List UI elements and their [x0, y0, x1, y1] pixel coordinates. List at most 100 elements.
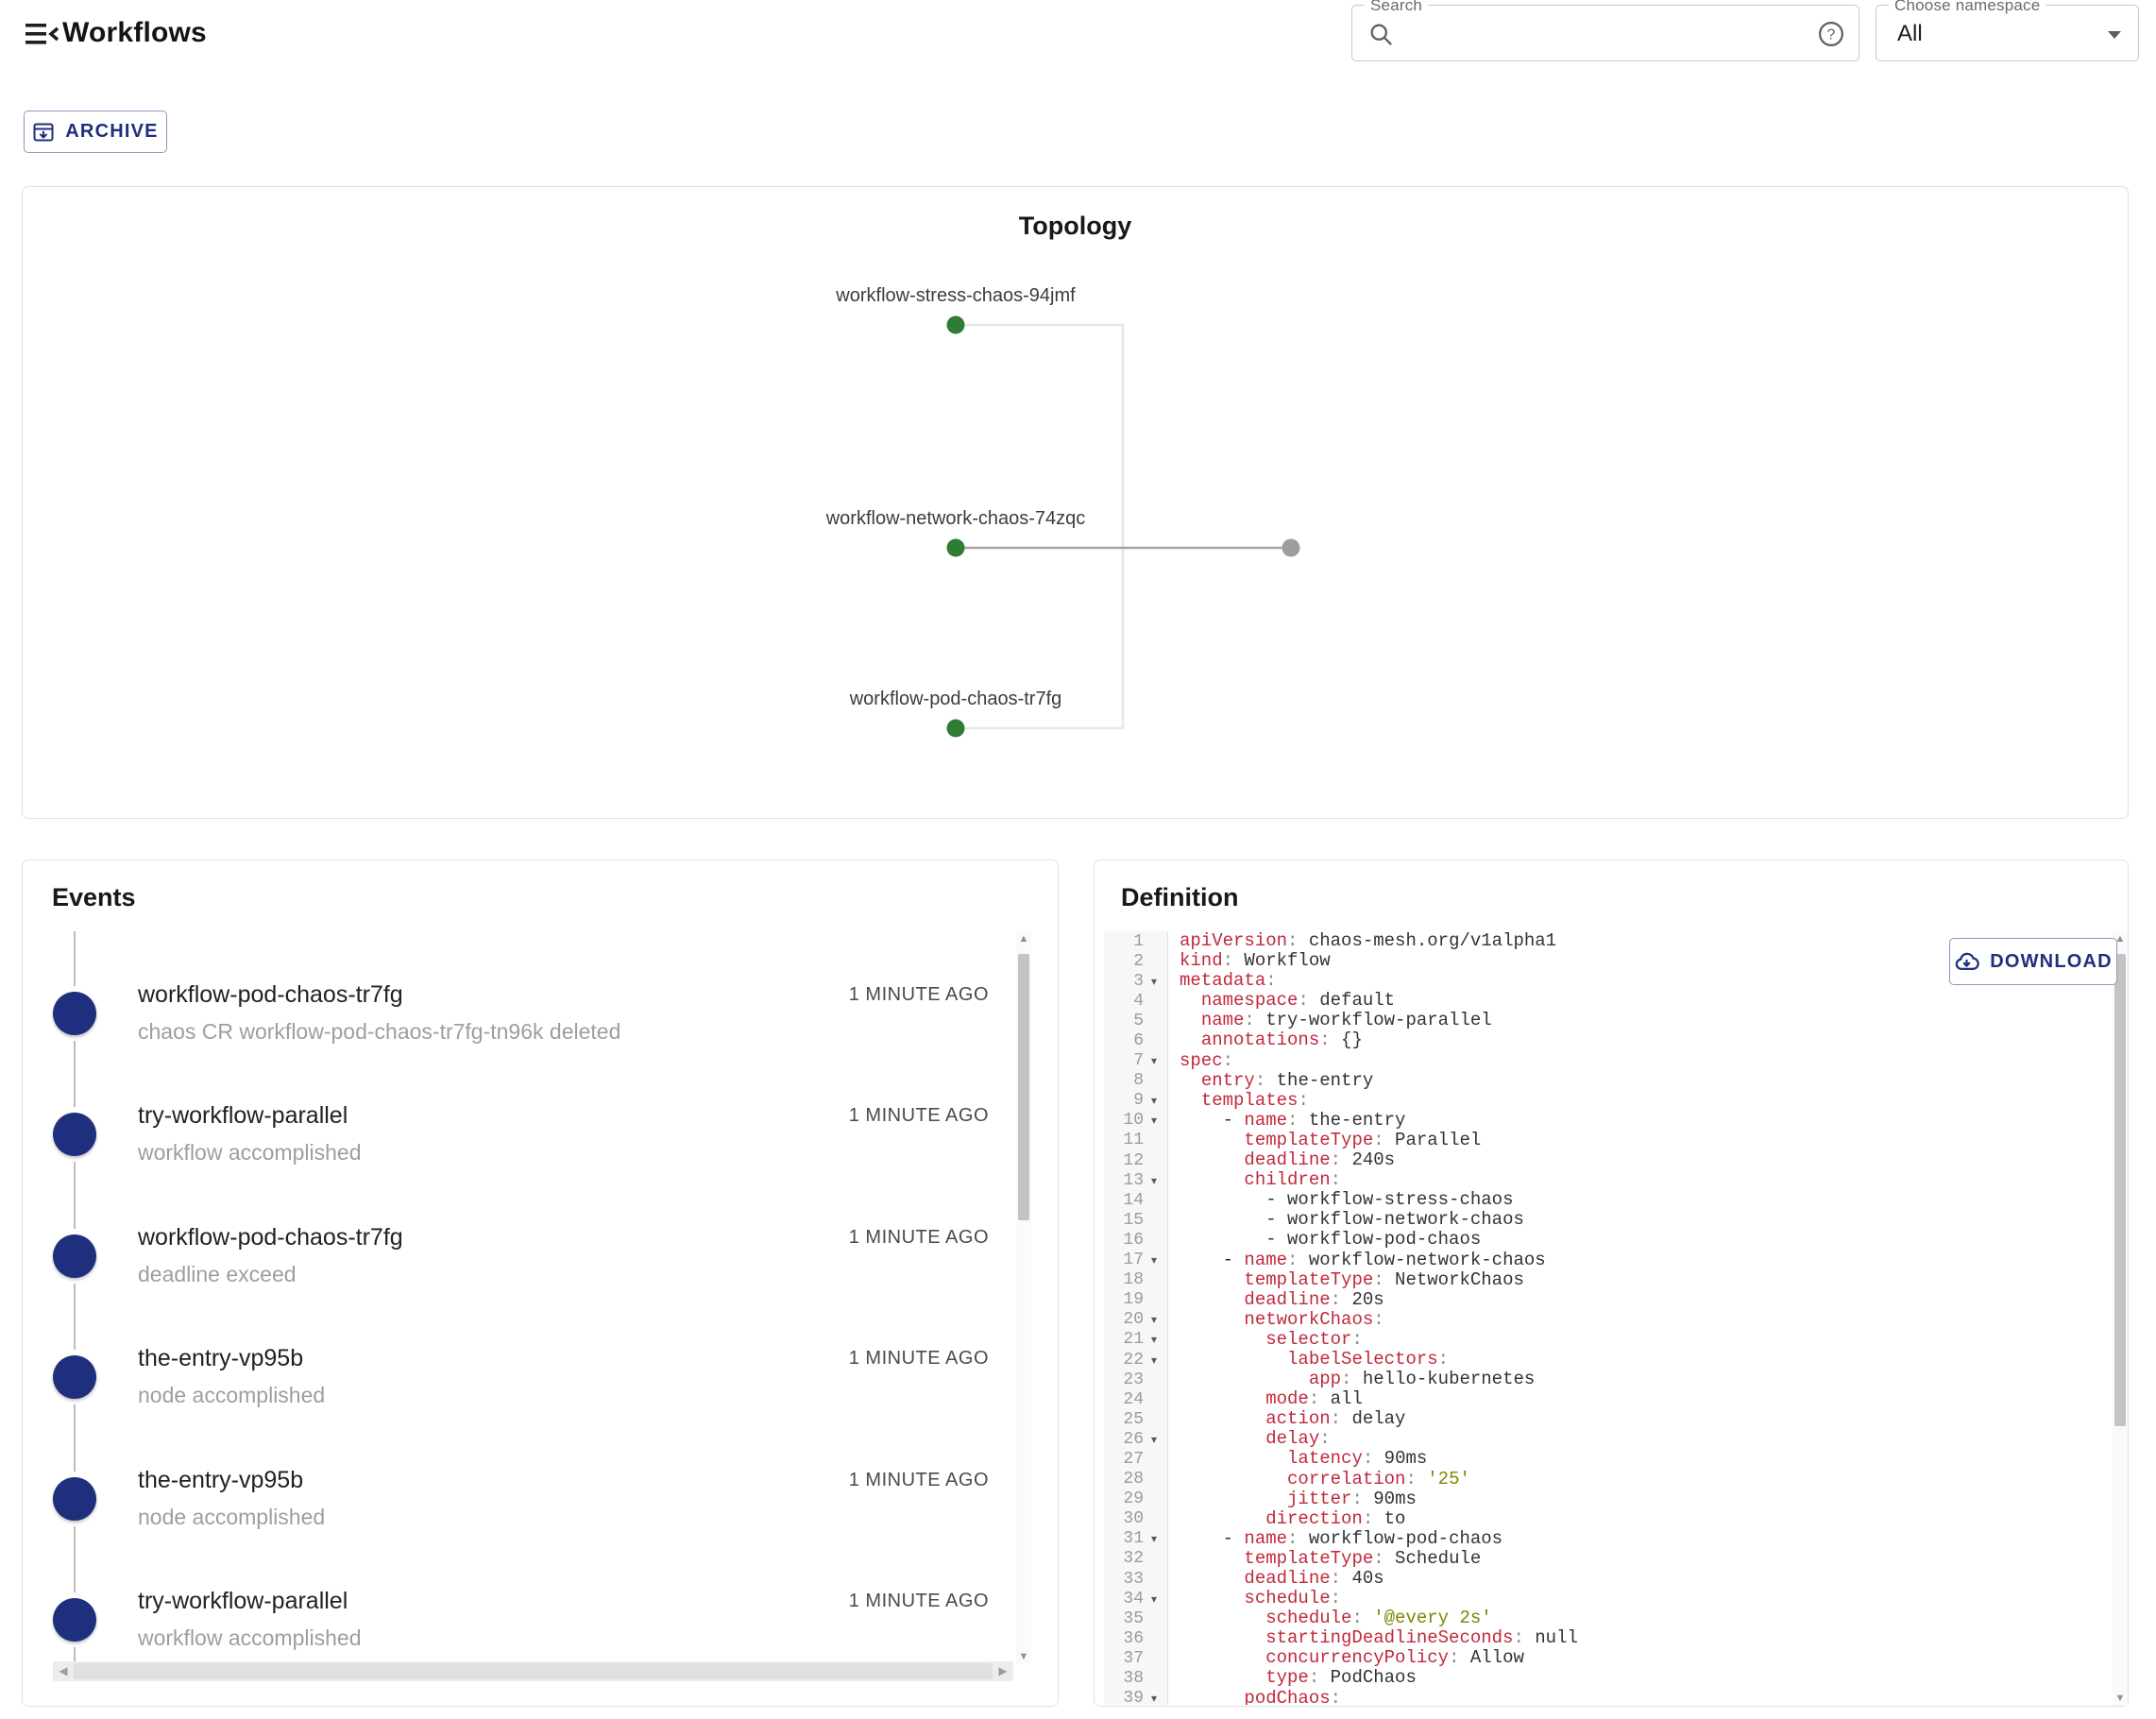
- fold-arrow-icon[interactable]: ▾: [1144, 1433, 1164, 1446]
- page-title: Workflows: [62, 17, 207, 48]
- topology-node-label: workflow-pod-chaos-tr7fg: [849, 689, 1062, 709]
- timeline-dot: [53, 1598, 96, 1642]
- line-number: 10: [1123, 1111, 1144, 1131]
- line-number: 39: [1123, 1689, 1144, 1705]
- line-number: 21: [1123, 1330, 1144, 1350]
- namespace-value: All: [1897, 21, 1923, 46]
- code-line: podChaos:: [1244, 1687, 1342, 1705]
- fold-arrow-icon[interactable]: ▾: [1144, 1114, 1164, 1127]
- download-button[interactable]: DOWNLOAD: [1949, 938, 2117, 985]
- sidebar-toggle-icon[interactable]: [24, 19, 61, 51]
- timeline-dot: [53, 1477, 96, 1521]
- svg-text:?: ?: [1827, 27, 1836, 43]
- event-name: the-entry-vp95b: [138, 1467, 304, 1493]
- code-line: latency: 90ms: [1287, 1448, 1428, 1470]
- line-number: 16: [1123, 1230, 1144, 1250]
- line-number: 6: [1133, 1031, 1144, 1051]
- fold-arrow-icon[interactable]: ▾: [1144, 1174, 1164, 1187]
- definition-panel: Definition 1 2 3 ▾ 4 5 6 7 ▾ 8 9 ▾ 10 ▾ 11 12 13 ▾ 14 15 16 1…: [1094, 860, 2129, 1707]
- code-gutter: 1 2 3 ▾ 4 5 6 7 ▾ 8 9 ▾ 10 ▾ 11 12 13 ▾ 14 15 16 17 ▾ 18 19 20 ▾ 21…: [1104, 931, 1168, 1705]
- code-line: startingDeadlineSeconds: null: [1265, 1627, 1578, 1649]
- fold-arrow-icon[interactable]: ▾: [1144, 1592, 1164, 1606]
- event-timestamp: 1 MINUTE AGO: [848, 1105, 989, 1126]
- fold-arrow-icon[interactable]: ▾: [1144, 1333, 1164, 1346]
- definition-vscroll-thumb[interactable]: [2114, 954, 2126, 1426]
- archive-button[interactable]: ARCHIVE: [24, 111, 167, 153]
- line-number: 2: [1133, 951, 1144, 971]
- fold-arrow-icon[interactable]: ▾: [1144, 1692, 1164, 1705]
- event-message: node accomplished: [138, 1383, 326, 1407]
- events-hscroll-thumb[interactable]: [74, 1663, 993, 1679]
- events-horizontal-scrollbar[interactable]: ◀ ▶: [53, 1661, 1013, 1681]
- code-line: deadline: 240s: [1244, 1149, 1396, 1171]
- line-number: 9: [1133, 1091, 1144, 1111]
- timeline-connector: [74, 1284, 76, 1350]
- line-number: 28: [1123, 1470, 1144, 1489]
- fold-arrow-icon[interactable]: ▾: [1144, 1353, 1164, 1367]
- topology-graph: workflow-stress-chaos-94jmf workflow-net…: [825, 285, 1300, 738]
- scroll-down-icon[interactable]: ▼: [2113, 1691, 2128, 1706]
- code-line: - name: workflow-network-chaos: [1222, 1249, 1546, 1270]
- topology-junction-node[interactable]: [1282, 538, 1300, 557]
- scroll-right-icon[interactable]: ▶: [994, 1661, 1011, 1681]
- search-input[interactable]: [1405, 13, 1717, 53]
- line-number: 25: [1123, 1409, 1144, 1429]
- definition-vertical-scrollbar[interactable]: ▲ ▼: [2113, 931, 2128, 1706]
- code-line: name: try-workflow-parallel: [1200, 1010, 1492, 1031]
- scroll-up-icon[interactable]: ▲: [1016, 931, 1031, 946]
- search-field[interactable]: Search ?: [1351, 0, 1859, 61]
- code-line: app: hello-kubernetes: [1308, 1369, 1536, 1390]
- scroll-down-icon[interactable]: ▼: [1016, 1649, 1031, 1664]
- fold-arrow-icon[interactable]: ▾: [1144, 1094, 1164, 1107]
- topology-node-network-chaos[interactable]: [946, 538, 965, 557]
- line-number: 17: [1123, 1251, 1144, 1270]
- event-message: node accomplished: [138, 1505, 326, 1529]
- line-number: 38: [1123, 1669, 1144, 1689]
- code-line: deadline: 40s: [1244, 1568, 1384, 1589]
- event-message: deadline exceed: [138, 1262, 297, 1286]
- line-number: 4: [1133, 991, 1144, 1011]
- line-number: 37: [1123, 1648, 1144, 1668]
- line-number: 31: [1123, 1529, 1144, 1549]
- topology-node-pod-chaos[interactable]: [946, 719, 965, 738]
- yaml-editor[interactable]: apiVersion: chaos-mesh.org/v1alpha1 kind:…: [1180, 931, 2105, 1705]
- fold-arrow-icon[interactable]: ▾: [1144, 1313, 1164, 1326]
- code-line: templates:: [1200, 1089, 1309, 1111]
- line-number: 19: [1123, 1290, 1144, 1310]
- event-name: workflow-pod-chaos-tr7fg: [138, 981, 403, 1008]
- line-number: 23: [1123, 1370, 1144, 1389]
- line-number: 22: [1123, 1350, 1144, 1370]
- events-panel: Events workflow-pod-chaos-tr7fg chaos CR …: [22, 860, 1059, 1707]
- code-line: spec:: [1180, 1049, 1234, 1071]
- line-number: 20: [1123, 1310, 1144, 1330]
- archive-button-label: ARCHIVE: [65, 121, 159, 142]
- fold-arrow-icon[interactable]: ▾: [1144, 1532, 1164, 1545]
- code-line: action: delay: [1265, 1408, 1406, 1430]
- events-vertical-scrollbar[interactable]: ▲ ▼: [1016, 931, 1031, 1664]
- code-line: templateType: NetworkChaos: [1244, 1268, 1524, 1290]
- line-number: 1: [1133, 931, 1144, 951]
- topology-node-stress-chaos[interactable]: [946, 315, 965, 334]
- code-line: delay:: [1265, 1428, 1331, 1450]
- fold-arrow-icon[interactable]: ▾: [1144, 1253, 1164, 1267]
- code-line: type: PodChaos: [1265, 1667, 1417, 1689]
- line-number: 35: [1123, 1608, 1144, 1628]
- topology-panel: Topology workflow-stress-chaos-94jmf wor…: [22, 186, 2129, 819]
- search-help-icon[interactable]: ?: [1817, 20, 1845, 48]
- fold-arrow-icon[interactable]: ▾: [1144, 1054, 1164, 1067]
- line-number: 14: [1123, 1190, 1144, 1210]
- fold-arrow-icon[interactable]: ▾: [1144, 975, 1164, 988]
- namespace-select[interactable]: Choose namespace All: [1876, 0, 2139, 61]
- event-name: try-workflow-parallel: [138, 1102, 348, 1129]
- timeline-connector: [74, 1162, 76, 1229]
- code-line: schedule: '@every 2s': [1265, 1608, 1492, 1629]
- code-line: - workflow-pod-chaos: [1265, 1229, 1482, 1251]
- line-number: 13: [1123, 1170, 1144, 1190]
- topology-node-label: workflow-stress-chaos-94jmf: [835, 285, 1076, 306]
- scroll-left-icon[interactable]: ◀: [55, 1661, 72, 1681]
- event-timestamp: 1 MINUTE AGO: [848, 1348, 989, 1369]
- line-number: 5: [1133, 1011, 1144, 1030]
- events-vscroll-thumb[interactable]: [1018, 954, 1029, 1220]
- line-number: 15: [1123, 1210, 1144, 1230]
- events-timeline: workflow-pod-chaos-tr7fg chaos CR workflo…: [23, 860, 1058, 1706]
